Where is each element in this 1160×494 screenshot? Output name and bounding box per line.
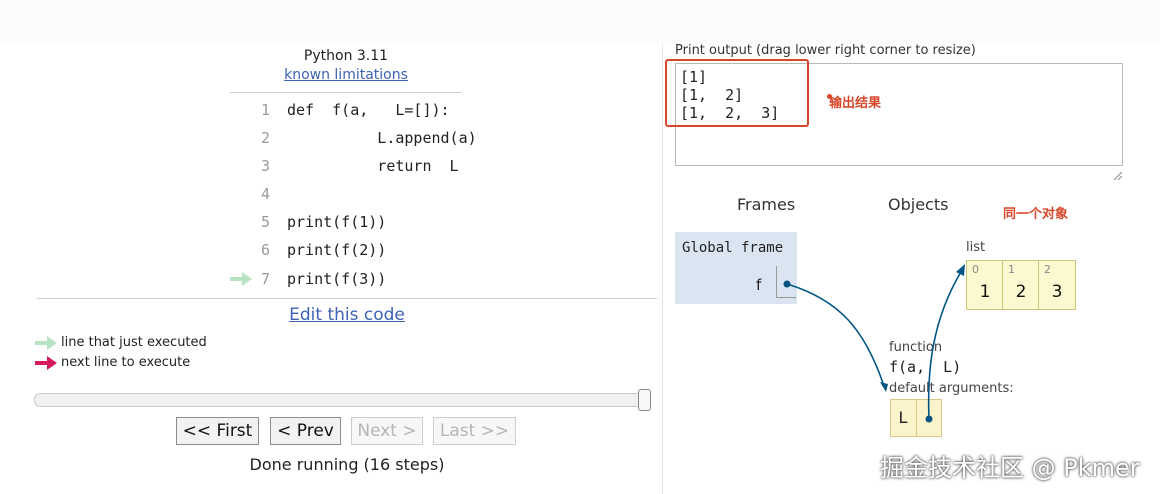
pointer-arrows [783, 264, 965, 423]
arrowhead-icon [956, 264, 965, 276]
arrowhead-icon [880, 382, 888, 392]
watermark: 掘金技术社区 @ Pkmer [880, 454, 1140, 482]
pointer-arrow-f-to-function [786, 283, 885, 387]
pointer-arrow-L-to-list [927, 269, 963, 420]
